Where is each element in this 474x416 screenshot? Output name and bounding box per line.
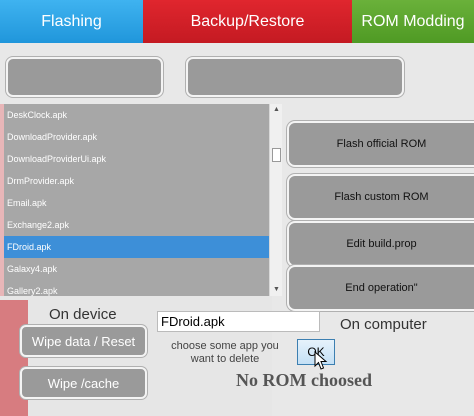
wipe-data-reset-button[interactable]: Wipe data / Reset (20, 325, 147, 357)
scroll-down-icon[interactable]: ▼ (270, 284, 283, 296)
edit-build-prop-button[interactable]: Edit build.prop (287, 221, 474, 267)
tab-backup-restore[interactable]: Backup/Restore (143, 0, 352, 43)
list-item[interactable]: DownloadProvider.apk (4, 126, 269, 148)
list-item[interactable]: Galaxy4.apk (4, 258, 269, 280)
rom-status-text: No ROM choosed (236, 370, 372, 390)
flash-official-rom-button[interactable]: Flash official ROM (287, 121, 474, 167)
list-item[interactable]: Exchange2.apk (4, 214, 269, 236)
wipe-cache-button[interactable]: Wipe /cache (20, 367, 147, 399)
flash-custom-rom-button[interactable]: Flash custom ROM (287, 174, 474, 220)
list-item-selected[interactable]: FDroid.apk (4, 236, 269, 258)
tab-bar: Flashing Backup/Restore ROM Modding (0, 0, 474, 43)
top-center-panel[interactable] (186, 57, 404, 97)
end-operation-button[interactable]: End operation" (287, 265, 474, 311)
list-item[interactable]: DrmProvider.apk (4, 170, 269, 192)
scroll-up-icon[interactable]: ▲ (270, 104, 283, 116)
list-scrollbar[interactable]: ▲ ▼ (269, 104, 282, 296)
on-computer-label: On computer (340, 316, 427, 333)
scroll-thumb[interactable] (272, 148, 281, 162)
mouse-pointer-icon (314, 351, 328, 370)
tab-rom-modding[interactable]: ROM Modding (352, 0, 474, 43)
apk-list[interactable]: DeskClock.apk DownloadProvider.apk Downl… (4, 104, 269, 296)
on-device-label: On device (49, 306, 117, 323)
delete-hint-text: choose some app you want to delete (171, 340, 279, 365)
list-item[interactable]: DeskClock.apk (4, 104, 269, 126)
list-item[interactable]: DownloadProviderUi.apk (4, 148, 269, 170)
list-item[interactable]: Email.apk (4, 192, 269, 214)
tab-flashing[interactable]: Flashing (0, 0, 143, 43)
list-item[interactable]: Gallery2.apk (4, 280, 269, 296)
app-name-input[interactable] (157, 311, 320, 332)
top-left-panel[interactable] (6, 57, 163, 97)
